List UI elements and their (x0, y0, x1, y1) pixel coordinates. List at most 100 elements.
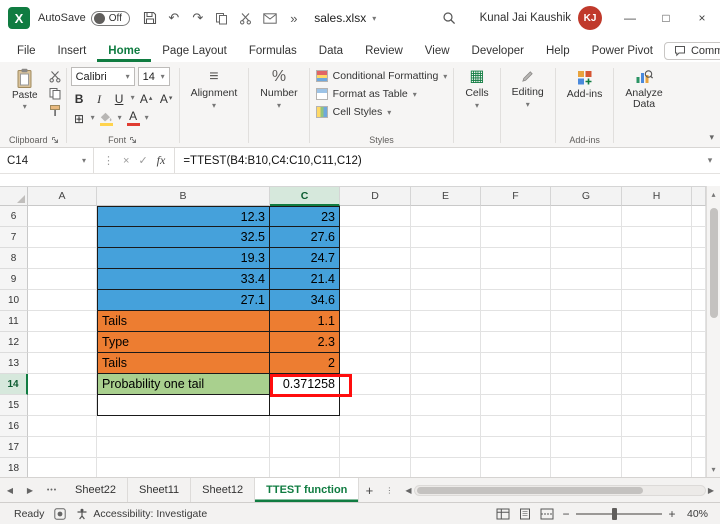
column-header-F[interactable]: F (481, 187, 551, 206)
cell-A13[interactable] (28, 353, 97, 374)
cell-B9[interactable]: 33.4 (97, 269, 270, 290)
cell-B17[interactable] (97, 437, 270, 458)
vscroll-down-icon[interactable]: ▾ (707, 461, 720, 477)
copy-icon[interactable] (48, 87, 62, 100)
cell-filler-7[interactable] (692, 227, 706, 248)
cell-F15[interactable] (481, 395, 551, 416)
column-header-A[interactable]: A (28, 187, 97, 206)
cell-A18[interactable] (28, 458, 97, 477)
cell-D14[interactable] (340, 374, 411, 395)
clipboard-dialog-launcher-icon[interactable] (51, 136, 59, 144)
cell-C12[interactable]: 2.3 (270, 332, 340, 353)
cell-G13[interactable] (551, 353, 622, 374)
sheet-nav-more-icon[interactable]: ••• (40, 478, 64, 502)
cell-G8[interactable] (551, 248, 622, 269)
cell-C17[interactable] (270, 437, 340, 458)
conditional-formatting-button[interactable]: Conditional Formatting ▾ (314, 67, 450, 85)
view-page-break-button[interactable] (536, 503, 558, 524)
name-box[interactable]: C14 ▾ (0, 148, 94, 173)
column-header-B[interactable]: B (97, 187, 270, 206)
cell-G9[interactable] (551, 269, 622, 290)
cell-H10[interactable] (622, 290, 692, 311)
row-header-9[interactable]: 9 (0, 269, 28, 290)
cell-A8[interactable] (28, 248, 97, 269)
cell-H8[interactable] (622, 248, 692, 269)
tab-review[interactable]: Review (354, 41, 414, 62)
view-page-layout-button[interactable] (514, 503, 536, 524)
row-header-13[interactable]: 13 (0, 353, 28, 374)
macro-record-button[interactable] (54, 507, 67, 520)
cell-filler-12[interactable] (692, 332, 706, 353)
sheet-nav-left-icon[interactable]: ◀ (0, 478, 20, 502)
cell-G12[interactable] (551, 332, 622, 353)
column-header-H[interactable]: H (622, 187, 692, 206)
title-dropdown-icon[interactable]: ▾ (372, 14, 376, 23)
cell-filler-18[interactable] (692, 458, 706, 477)
zoom-slider-handle[interactable] (612, 507, 617, 520)
bold-button[interactable]: B (71, 89, 88, 106)
formula-bar-gripper-icon[interactable]: ⋮ (103, 154, 114, 167)
row-header-11[interactable]: 11 (0, 311, 28, 332)
cell-E18[interactable] (411, 458, 481, 477)
cell-D6[interactable] (340, 206, 411, 227)
insert-function-icon[interactable]: fx (157, 153, 166, 168)
sheet-tab-sheet11[interactable]: Sheet11 (128, 478, 192, 502)
cell-D16[interactable] (340, 416, 411, 437)
cell-C9[interactable]: 21.4 (270, 269, 340, 290)
formula-bar-expand-icon[interactable]: ▾ (700, 148, 720, 173)
borders-dropdown-icon[interactable]: ▾ (91, 113, 95, 122)
cell-filler-15[interactable] (692, 395, 706, 416)
sheet-nav-right-icon[interactable]: ▶ (20, 478, 40, 502)
autosave-toggle[interactable]: AutoSave Off (38, 10, 130, 26)
cell-B18[interactable] (97, 458, 270, 477)
cell-B6[interactable]: 12.3 (97, 206, 270, 227)
paste-button[interactable]: Paste ▾ (6, 67, 44, 112)
editing-dropdown-icon[interactable]: ▾ (526, 100, 530, 109)
row-header-10[interactable]: 10 (0, 290, 28, 311)
hscroll-thumb[interactable] (416, 486, 643, 494)
undo-button[interactable]: ↶ (163, 7, 185, 29)
row-header-12[interactable]: 12 (0, 332, 28, 353)
cell-E14[interactable] (411, 374, 481, 395)
cell-B8[interactable]: 19.3 (97, 248, 270, 269)
increase-font-button[interactable]: A ▴ (138, 89, 155, 106)
hscroll-track[interactable] (413, 484, 706, 496)
cells-dropdown-icon[interactable]: ▾ (475, 101, 479, 110)
cell-B10[interactable]: 27.1 (97, 290, 270, 311)
cell-filler-11[interactable] (692, 311, 706, 332)
cell-F14[interactable] (481, 374, 551, 395)
quick-access-mail-button[interactable] (259, 7, 281, 29)
search-button[interactable] (438, 7, 460, 29)
confirm-entry-icon[interactable]: ✓ (138, 154, 147, 167)
cell-C14[interactable]: 0.371258 (270, 374, 340, 395)
row-header-6[interactable]: 6 (0, 206, 28, 227)
cell-D18[interactable] (340, 458, 411, 477)
analyze-data-button[interactable]: Analyze Data (618, 67, 669, 112)
redo-button[interactable]: ↷ (187, 7, 209, 29)
sheet-tab-sheet22[interactable]: Sheet22 (64, 478, 128, 502)
cell-H15[interactable] (622, 395, 692, 416)
cell-F18[interactable] (481, 458, 551, 477)
format-as-table-button[interactable]: Format as Table ▾ (314, 85, 450, 103)
tab-formulas[interactable]: Formulas (238, 41, 308, 62)
cell-G18[interactable] (551, 458, 622, 477)
tab-file[interactable]: File (6, 41, 47, 62)
account-chip[interactable]: Kunal Jai Kaushik KJ (480, 6, 602, 30)
cell-D12[interactable] (340, 332, 411, 353)
column-header-C[interactable]: C (270, 187, 340, 206)
document-title[interactable]: sales.xlsx (314, 11, 366, 25)
cell-filler-8[interactable] (692, 248, 706, 269)
ribbon-collapse-icon[interactable]: ▾ (709, 132, 714, 143)
cell-H6[interactable] (622, 206, 692, 227)
column-header-D[interactable]: D (340, 187, 411, 206)
alignment-dropdown-icon[interactable]: ▾ (212, 101, 216, 110)
cell-G14[interactable] (551, 374, 622, 395)
cell-A15[interactable] (28, 395, 97, 416)
view-normal-button[interactable] (492, 503, 514, 524)
cells-button[interactable]: ▦ Cells ▾ (458, 67, 495, 112)
cell-E7[interactable] (411, 227, 481, 248)
cell-filler-9[interactable] (692, 269, 706, 290)
cell-B12[interactable]: Type (97, 332, 270, 353)
cell-G16[interactable] (551, 416, 622, 437)
cell-B11[interactable]: Tails (97, 311, 270, 332)
